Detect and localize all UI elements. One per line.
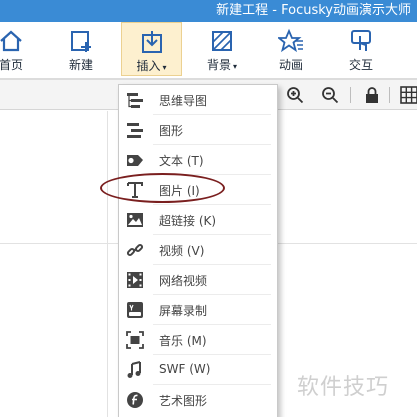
menu-item-hyperlink[interactable]: 超链接 (K) bbox=[119, 205, 277, 235]
animation-label: 动画 bbox=[278, 58, 303, 72]
insert-button[interactable]: 插入 ▾ bbox=[121, 22, 182, 76]
grid-icon[interactable] bbox=[400, 86, 417, 104]
toolbar-separator bbox=[389, 87, 390, 103]
background-label: 背景 ▾ bbox=[206, 58, 238, 72]
menu-item-label: 文本 (T) bbox=[159, 154, 204, 168]
menu-item-label: 网络视频 bbox=[159, 274, 208, 288]
music-icon bbox=[126, 331, 144, 349]
window-title: 新建工程 - Focusky动画演示大师 bbox=[216, 3, 411, 18]
menu-item-label: 思维导图 bbox=[159, 94, 208, 108]
text-icon bbox=[127, 155, 143, 166]
art-shape-icon bbox=[127, 392, 143, 408]
menu-item-shape[interactable]: 图形 bbox=[119, 115, 277, 145]
title-bar: 新建工程 - Focusky动画演示大师 bbox=[0, 0, 417, 22]
menu-item-text[interactable]: 文本 (T) bbox=[119, 145, 277, 175]
video-icon bbox=[126, 243, 144, 257]
watermark: 软件技巧 bbox=[297, 375, 390, 400]
screen-record-icon bbox=[127, 302, 143, 318]
menu-item-label: 屏幕录制 bbox=[159, 304, 208, 318]
ribbon: 首页 新建 插入 ▾ 背景 ▾ 动画 交互 bbox=[0, 22, 417, 78]
menu-item-video[interactable]: 视频 (V) bbox=[119, 235, 277, 265]
menu-item-label: 视频 (V) bbox=[159, 244, 205, 258]
shape-icon bbox=[127, 123, 143, 138]
background-button[interactable]: 背景 ▾ bbox=[198, 22, 246, 76]
mindmap-icon bbox=[127, 93, 143, 108]
home-label: 首页 bbox=[0, 58, 23, 72]
swf-icon bbox=[127, 361, 141, 378]
menu-item-label: 艺术图形 bbox=[159, 394, 208, 408]
home-icon bbox=[0, 30, 22, 52]
background-icon bbox=[212, 31, 232, 51]
chevron-down-icon: ▾ bbox=[162, 63, 167, 72]
new-file-icon bbox=[71, 31, 91, 52]
insert-dropdown-menu: 思维导图 图形 文本 (T) 图片 (I) 超链接 (K) 视频 (V) 网络视… bbox=[118, 84, 278, 417]
insert-icon bbox=[141, 31, 162, 53]
menu-item-art-shape[interactable]: 艺术图形 bbox=[119, 385, 277, 415]
canvas-guide-vertical bbox=[107, 111, 108, 417]
menu-item-label: 音乐 (M) bbox=[159, 334, 207, 348]
highlight-annotation bbox=[100, 173, 225, 203]
animation-button[interactable]: 动画 bbox=[270, 22, 312, 76]
interaction-button[interactable]: 交互 bbox=[340, 22, 382, 76]
web-video-icon bbox=[127, 272, 143, 288]
interaction-icon bbox=[351, 30, 371, 51]
hyperlink-icon bbox=[127, 213, 143, 227]
insert-label: 插入 ▾ bbox=[136, 59, 167, 73]
menu-item-label: SWF (W) bbox=[159, 362, 211, 376]
menu-item-music[interactable]: 音乐 (M) bbox=[119, 325, 277, 355]
menu-item-web-video[interactable]: 网络视频 bbox=[119, 265, 277, 295]
lock-icon[interactable] bbox=[363, 86, 381, 104]
toolbar-separator bbox=[350, 87, 351, 103]
menu-item-label: 超链接 (K) bbox=[159, 214, 217, 228]
star-animation-icon bbox=[278, 28, 303, 53]
new-button[interactable]: 新建 bbox=[60, 22, 102, 76]
zoom-in-icon[interactable] bbox=[286, 86, 304, 104]
home-button[interactable]: 首页 bbox=[0, 22, 32, 76]
menu-item-swf[interactable]: SWF (W) bbox=[119, 355, 277, 385]
menu-item-screen-record[interactable]: 屏幕录制 bbox=[119, 295, 277, 325]
zoom-out-icon[interactable] bbox=[321, 86, 339, 104]
menu-item-mindmap[interactable]: 思维导图 bbox=[119, 85, 277, 115]
interaction-label: 交互 bbox=[348, 58, 373, 72]
new-label: 新建 bbox=[68, 58, 93, 72]
chevron-down-icon: ▾ bbox=[233, 62, 238, 71]
menu-item-label: 图形 bbox=[159, 124, 184, 138]
